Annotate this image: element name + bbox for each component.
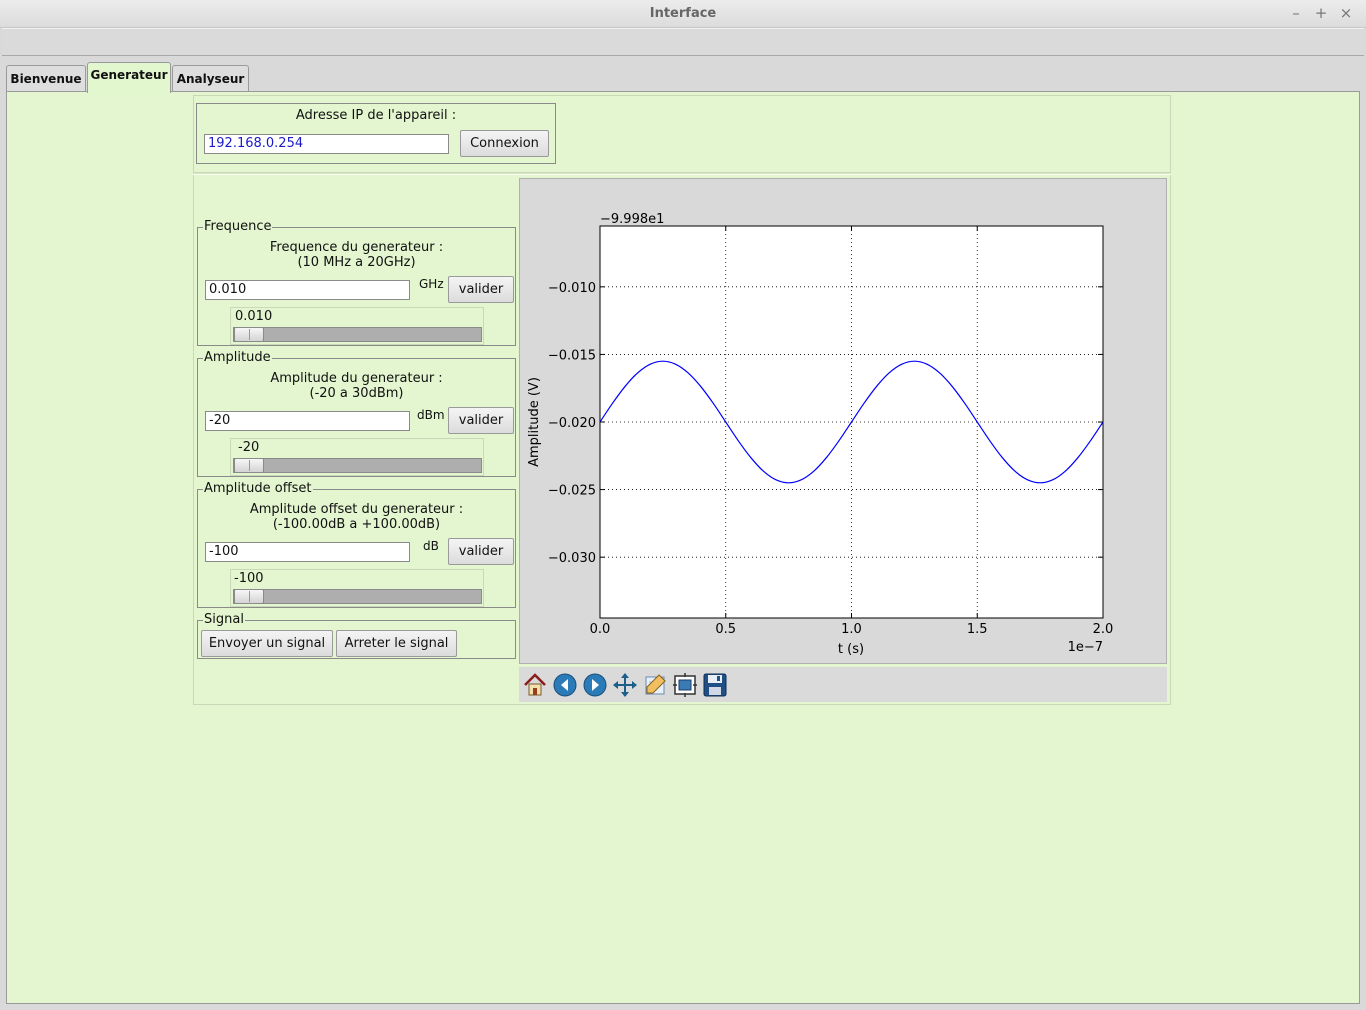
frequence-unit: GHz: [419, 277, 444, 291]
y-offset-label: −9.998e1: [600, 212, 664, 227]
home-icon[interactable]: [521, 671, 549, 699]
offset-input[interactable]: -100: [205, 542, 410, 562]
tab-generateur[interactable]: Generateur: [87, 62, 171, 93]
amplitude-slider[interactable]: [233, 458, 482, 473]
frequence-slider[interactable]: [233, 327, 482, 342]
y-axis-label: Amplitude (V): [527, 377, 542, 467]
x-axis-label: t (s): [838, 642, 864, 657]
signal-group-label: Signal: [203, 612, 245, 628]
amplitude-chart: 0.0 0.5 1.0 1.5 2.0 −0.010 −0.015 −0.020 −0.025 −…: [527, 212, 1114, 657]
stop-signal-button[interactable]: Arreter le signal: [336, 630, 457, 657]
x-tick-label: 0.0: [590, 622, 611, 637]
amplitude-slider-handle[interactable]: [234, 458, 264, 473]
frequence-group: Frequence Frequence du generateur : (10 …: [197, 219, 516, 346]
frequence-input[interactable]: 0.010: [205, 280, 410, 300]
tab-bienvenue[interactable]: Bienvenue: [6, 65, 86, 92]
back-icon[interactable]: [551, 671, 579, 699]
ip-label: Adresse IP de l'appareil :: [295, 108, 457, 123]
pan-icon[interactable]: [611, 671, 639, 699]
ip-input[interactable]: 192.168.0.254: [204, 134, 449, 154]
frequence-validate-button[interactable]: valider: [448, 276, 514, 303]
subplots-icon[interactable]: [671, 671, 699, 699]
amplitude-range: (-20 a 30dBm): [309, 386, 404, 401]
plot-toolbar: [519, 667, 1167, 702]
frequence-range: (10 MHz a 20GHz): [297, 255, 416, 270]
send-signal-button[interactable]: Envoyer un signal: [201, 630, 333, 657]
offset-unit: dB: [423, 539, 439, 553]
window-title: Interface: [649, 6, 717, 21]
connection-box: Adresse IP de l'appareil : 192.168.0.254…: [196, 103, 556, 164]
offset-group: Amplitude offset Amplitude offset du gen…: [197, 481, 516, 608]
frequence-group-label: Frequence: [203, 219, 273, 235]
offset-slider[interactable]: [233, 589, 482, 604]
amplitude-group: Amplitude Amplitude du generateur : (-20…: [197, 350, 516, 477]
offset-desc: Amplitude offset du generateur :: [249, 502, 464, 517]
divider: [193, 172, 1171, 175]
offset-range: (-100.00dB a +100.00dB): [272, 517, 441, 532]
x-tick-label: 0.5: [715, 622, 736, 637]
frequence-slider-handle[interactable]: [234, 327, 264, 342]
amplitude-slider-box: -20: [230, 438, 484, 476]
maximize-icon[interactable]: +: [1311, 4, 1331, 22]
frequence-slider-box: 0.010: [230, 307, 484, 345]
frequence-slider-value: 0.010: [235, 309, 273, 324]
offset-group-label: Amplitude offset: [203, 481, 313, 497]
amplitude-input[interactable]: -20: [205, 411, 410, 431]
connect-button[interactable]: Connexion: [460, 130, 549, 157]
frequence-desc: Frequence du generateur :: [269, 240, 444, 255]
y-tick-label: −0.015: [548, 348, 596, 363]
minimize-icon[interactable]: –: [1286, 4, 1306, 22]
y-tick-label: −0.025: [548, 484, 596, 499]
amplitude-unit: dBm: [417, 408, 445, 422]
offset-slider-handle[interactable]: [234, 589, 264, 604]
zoom-icon[interactable]: [641, 671, 669, 699]
close-icon[interactable]: ×: [1336, 4, 1356, 22]
menu-bar: [2, 28, 1364, 56]
offset-slider-box: -100: [230, 569, 484, 607]
x-tick-label: 2.0: [1093, 622, 1114, 637]
y-tick-label: −0.030: [548, 551, 596, 566]
save-icon[interactable]: [701, 671, 729, 699]
signal-group: Signal Envoyer un signal Arreter le sign…: [197, 612, 516, 659]
amplitude-desc: Amplitude du generateur :: [270, 371, 443, 386]
x-offset-label: 1e−7: [1068, 640, 1103, 655]
amplitude-group-label: Amplitude: [203, 350, 272, 366]
offset-validate-button[interactable]: valider: [448, 538, 514, 565]
title-bar: Interface – + ×: [0, 0, 1366, 28]
y-tick-label: −0.020: [548, 416, 596, 431]
amplitude-validate-button[interactable]: valider: [448, 407, 514, 434]
forward-icon[interactable]: [581, 671, 609, 699]
x-tick-label: 1.5: [967, 622, 988, 637]
plot-canvas[interactable]: 0.0 0.5 1.0 1.5 2.0 −0.010 −0.015 −0.020 −0.025 −…: [519, 178, 1167, 664]
x-tick-label: 1.0: [841, 622, 862, 637]
offset-slider-value: -100: [234, 571, 264, 586]
tab-analyseur[interactable]: Analyseur: [172, 65, 249, 92]
amplitude-slider-value: -20: [238, 440, 260, 455]
y-tick-label: −0.010: [548, 281, 596, 296]
